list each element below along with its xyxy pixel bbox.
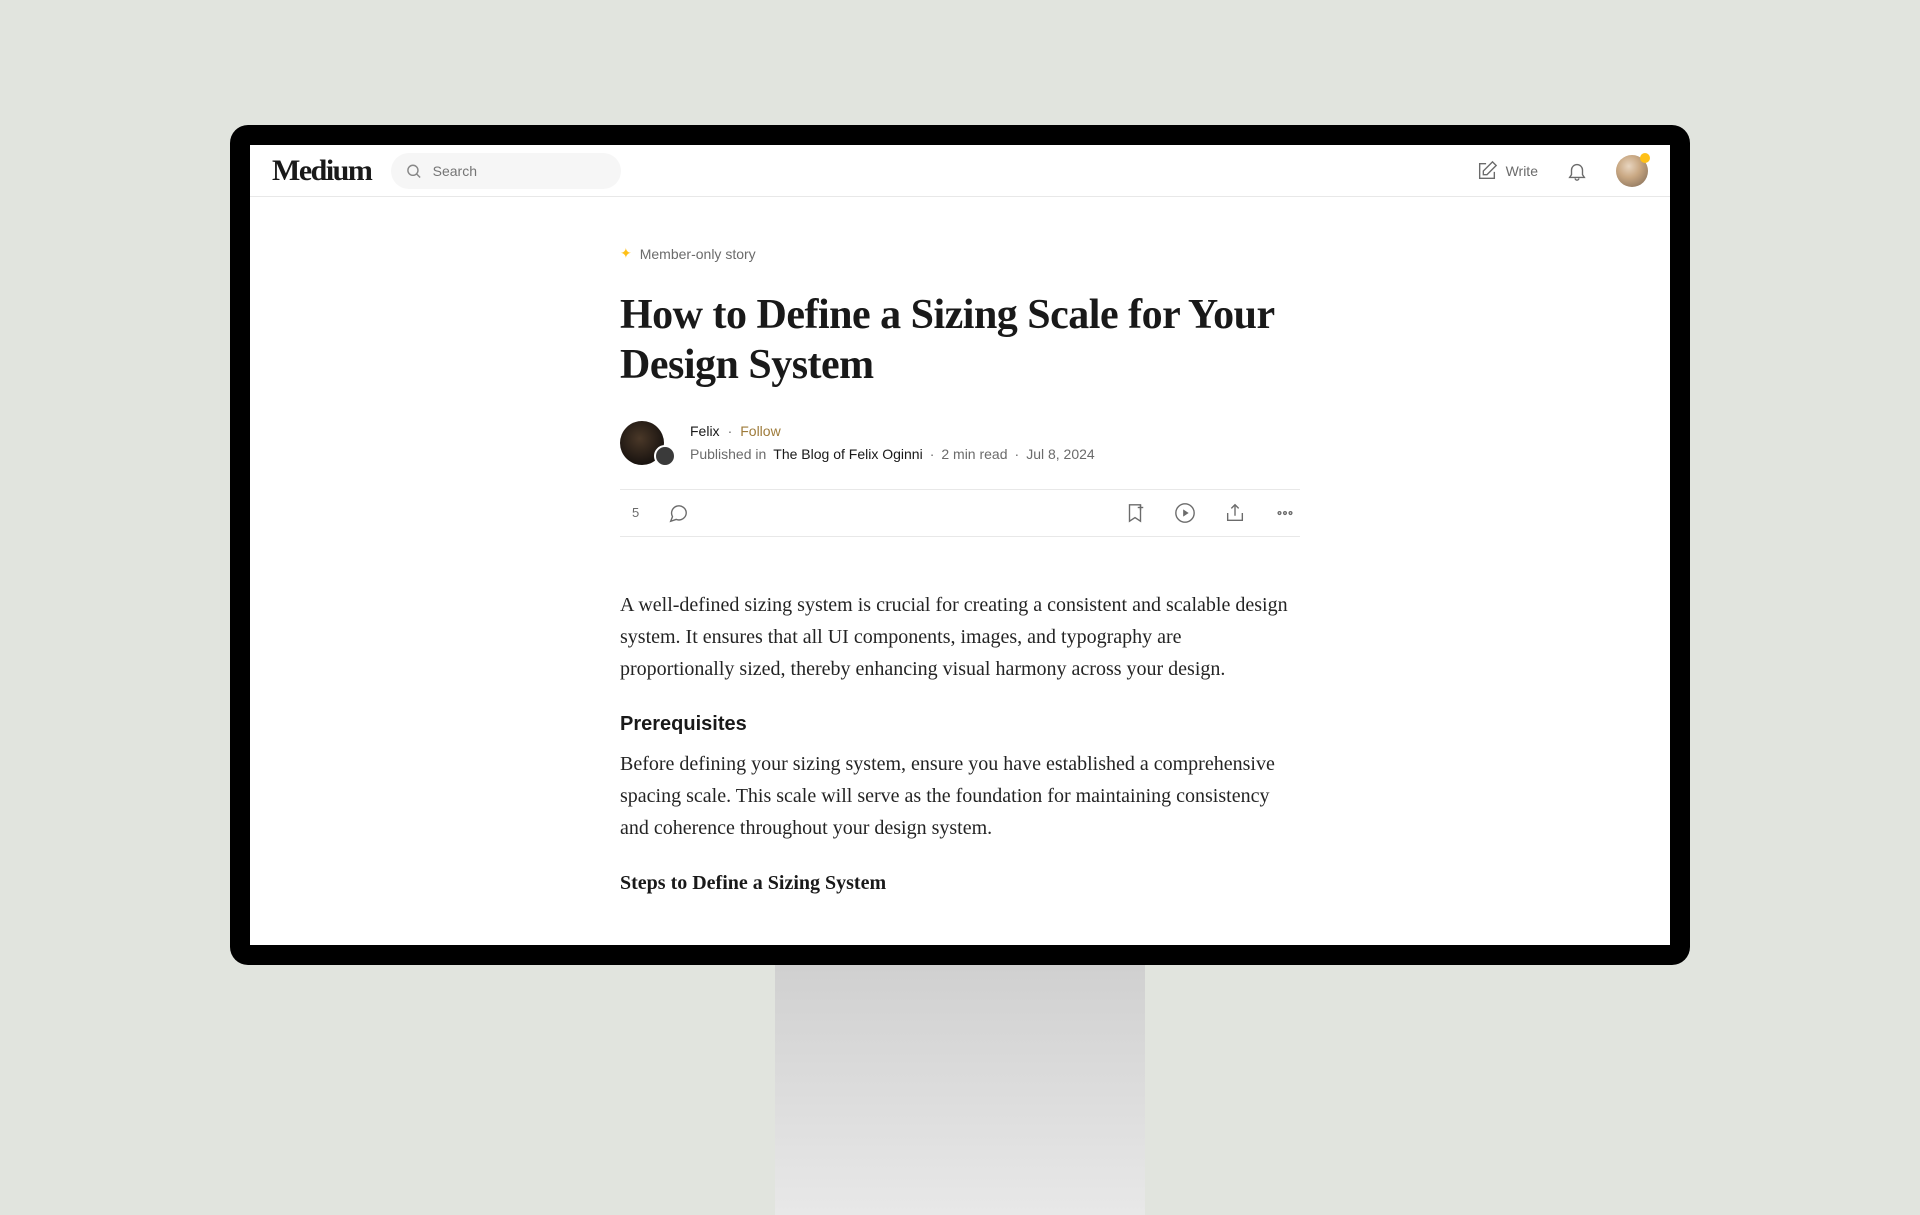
write-icon <box>1476 160 1498 182</box>
article-title: How to Define a Sizing Scale for Your De… <box>620 290 1300 391</box>
author-name[interactable]: Felix <box>690 421 720 442</box>
read-time: 2 min read <box>941 444 1007 465</box>
steps-heading: Steps to Define a Sizing System <box>620 872 1300 895</box>
screen: Medium Write ✦ Member-only story <box>250 145 1670 945</box>
search-box[interactable] <box>391 153 621 189</box>
topbar-right: Write <box>1476 155 1648 187</box>
intro-paragraph: A well-defined sizing system is crucial … <box>620 589 1300 685</box>
clap-button[interactable]: 5 <box>624 505 639 520</box>
action-bar: 5 <box>620 489 1300 537</box>
publication-avatar <box>654 445 676 467</box>
more-icon <box>1274 502 1296 524</box>
play-circle-icon <box>1174 502 1196 524</box>
comment-button[interactable] <box>667 502 689 524</box>
member-badge-text: Member-only story <box>640 246 756 262</box>
monitor-frame: Medium Write ✦ Member-only story <box>230 125 1690 965</box>
publication-link[interactable]: The Blog of Felix Oginni <box>773 444 922 465</box>
write-label: Write <box>1506 163 1538 179</box>
user-avatar[interactable] <box>1616 155 1648 187</box>
star-icon: ✦ <box>620 245 632 262</box>
author-row: Felix · Follow Published in The Blog of … <box>620 421 1300 465</box>
bell-icon <box>1566 160 1588 182</box>
article: ✦ Member-only story How to Define a Sizi… <box>620 197 1300 895</box>
share-icon <box>1224 502 1246 524</box>
published-in-prefix: Published in <box>690 444 766 465</box>
bookmark-button[interactable] <box>1124 502 1146 524</box>
more-button[interactable] <box>1274 502 1296 524</box>
listen-button[interactable] <box>1174 502 1196 524</box>
monitor-stand <box>775 965 1145 1215</box>
share-button[interactable] <box>1224 502 1246 524</box>
clap-count: 5 <box>632 505 639 520</box>
medium-logo[interactable]: Medium <box>272 154 371 188</box>
author-avatars[interactable] <box>620 421 676 465</box>
search-icon <box>405 161 422 181</box>
dot-separator: · <box>1015 444 1020 465</box>
prerequisites-heading: Prerequisites <box>620 713 1300 736</box>
topbar: Medium Write <box>250 145 1670 197</box>
member-badge: ✦ Member-only story <box>620 245 1300 262</box>
follow-link[interactable]: Follow <box>740 421 780 442</box>
comment-icon <box>667 502 689 524</box>
publish-date: Jul 8, 2024 <box>1026 444 1095 465</box>
write-button[interactable]: Write <box>1476 160 1538 182</box>
notifications-button[interactable] <box>1566 160 1588 182</box>
search-input[interactable] <box>433 163 608 179</box>
bookmark-icon <box>1124 502 1146 524</box>
author-info: Felix · Follow Published in The Blog of … <box>690 421 1095 465</box>
dot-separator: · <box>930 444 935 465</box>
prerequisites-paragraph: Before defining your sizing system, ensu… <box>620 748 1300 844</box>
dot-separator: · <box>728 421 733 442</box>
